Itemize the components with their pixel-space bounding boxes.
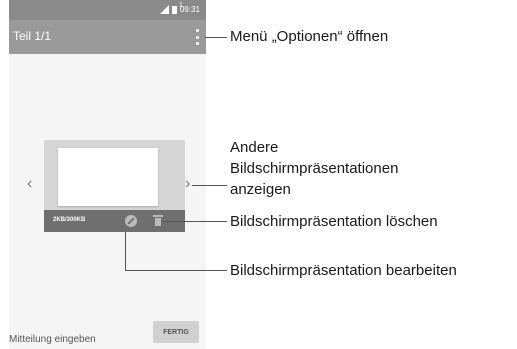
previous-slideshow-icon[interactable]: ‹: [27, 175, 32, 193]
callout-other-line2: Bildschirmpräsentationen: [230, 160, 399, 177]
phone-screen: 1 09:31 Teil 1/1 ‹ › 2KB/300KB FERTIG: [9, 0, 206, 349]
message-input[interactable]: [9, 332, 144, 346]
edit-icon[interactable]: [125, 215, 137, 227]
composer: FERTIG: [9, 316, 206, 349]
callout-line-menu: [205, 37, 227, 38]
slide-preview[interactable]: [58, 148, 158, 206]
battery-icon: [171, 5, 177, 14]
delete-icon[interactable]: [153, 215, 163, 226]
callout-line-other: [192, 185, 227, 186]
callout-delete: Bildschirmpräsentation löschen: [230, 213, 438, 230]
signal-icon: [159, 5, 169, 14]
callout-menu: Menü „Optionen“ öffnen: [230, 28, 389, 45]
slideshow-card: 2KB/300KB: [44, 140, 185, 232]
callout-line-edit-horizontal: [125, 270, 227, 271]
more-vert-icon[interactable]: [192, 29, 202, 45]
callout-line-delete: [162, 221, 227, 222]
callout-line-edit-vertical: [125, 232, 126, 270]
toolbar: Teil 1/1: [9, 20, 206, 54]
next-slideshow-icon[interactable]: ›: [185, 175, 190, 193]
callout-other-line1: Andere: [230, 139, 279, 156]
status-time: 09:31: [179, 5, 200, 14]
page-title: Teil 1/1: [13, 29, 52, 43]
callout-other-line3: anzeigen: [230, 181, 291, 198]
done-button[interactable]: FERTIG: [153, 321, 199, 343]
status-bar: 1 09:31: [9, 0, 206, 20]
callout-edit: Bildschirmpräsentation bearbeiten: [230, 262, 457, 279]
attachment-size: 2KB/300KB: [53, 217, 86, 223]
